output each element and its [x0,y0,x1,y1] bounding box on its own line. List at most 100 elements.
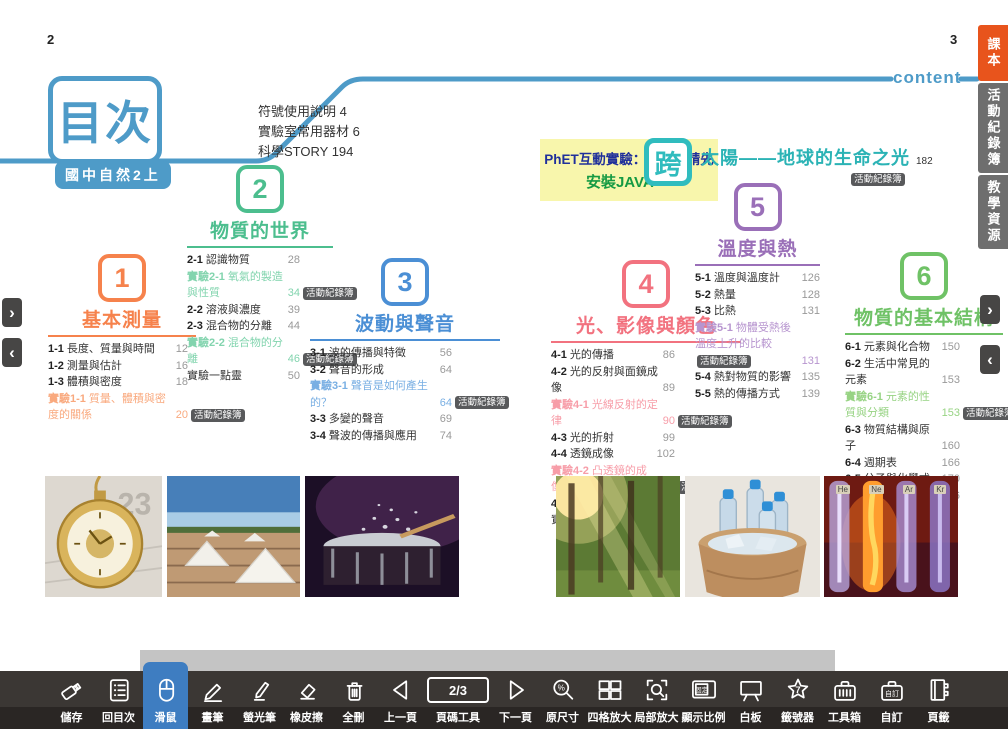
toc-item-page: 64 [440,362,452,379]
tool-highlighter[interactable]: 螢光筆 [237,671,282,729]
cross-topic-title[interactable]: 太陽——地球的生命之光 [701,144,910,170]
toc-item-label: 實驗4-1光線反射的定律 [551,397,659,430]
cross-topic-entry[interactable]: 跨 太陽——地球的生命之光 182 活動紀錄簿 [644,138,933,186]
sidebar-tab-textbook[interactable]: 課本 [978,25,1008,81]
chapter-title: 基本測量 [48,305,196,337]
number-picker-icon: 7 [784,675,812,705]
toc-item[interactable]: 1-1長度、質量與時間12 [48,341,188,358]
tool-whiteboard[interactable]: 白板 [728,671,773,729]
toc-item-page: 64 [440,395,452,412]
toc-item[interactable]: 實驗3-1聲音是如何產生的？64活動紀錄簿 [310,378,452,411]
tool-page-tool[interactable]: 2/3頁碼工具 [425,671,491,729]
page-back-button-left[interactable]: ‹ [2,338,22,367]
toc-item[interactable]: 6-1元素與化合物150 [845,339,960,356]
toc-item-label: 5-1溫度與溫度計 [695,270,798,287]
sunlit-forest-photo [556,476,680,597]
toc-item[interactable]: 實驗5-1物體受熱後溫度上升的比較活動紀錄簿131 [695,320,820,370]
toc-item-page: 126 [802,270,820,287]
toc-item[interactable]: 1-3體積與密度18 [48,374,188,391]
horizontal-scrollbar[interactable] [140,650,835,671]
toc-item-page: 74 [440,428,452,445]
toc-item-label: 6-2生活中常見的元素 [845,356,938,389]
toc-item[interactable]: 實驗2-1氧氣的製造與性質34活動紀錄簿 [187,269,300,302]
toc-item[interactable]: 4-3光的折射99 [551,430,675,447]
tool-toc[interactable]: 回目次 [96,671,141,729]
content-label: content [893,68,961,88]
page-number-right: 3 [950,32,957,47]
toc-item[interactable]: 1-2測量與估計16 [48,358,188,375]
page-forward-button-left[interactable]: › [2,298,22,327]
toc-item[interactable]: 實驗4-1光線反射的定律90活動紀錄簿 [551,397,675,430]
toc-item[interactable]: 4-2光的反射與面鏡成像89 [551,364,675,397]
toc-item-label: 5-4熱對物質的影響 [695,369,798,386]
toc-item[interactable]: 2-2溶液與濃度39 [187,302,300,319]
activity-log-badge[interactable]: 活動紀錄簿 [678,415,732,428]
toc-item[interactable]: 5-2熱量128 [695,287,820,304]
tool-toolbox[interactable]: 工具箱 [822,671,867,729]
toc-item[interactable]: 4-1光的傳播86 [551,347,675,364]
tool-pen[interactable]: 畫筆 [190,671,235,729]
tool-save[interactable]: 儲存 [49,671,94,729]
partial-zoom-icon [643,675,671,705]
quad-zoom-icon [596,675,624,705]
toc-item[interactable]: 實驗6-1元素的性質與分類153活動紀錄簿 [845,389,960,422]
toc-item[interactable]: 5-1溫度與溫度計126 [695,270,820,287]
tool-next-page[interactable]: 下一頁 [493,671,538,729]
toc-item[interactable]: 6-4週期表166 [845,455,960,472]
tool-delete-all[interactable]: 全刪 [331,671,376,729]
gas-tube-label: Ne [869,485,883,494]
tool-label: 自訂 [881,709,903,725]
display-scale-icon: 固定 [690,675,718,705]
toc-item[interactable]: 實驗2-2混合物的分離46活動紀錄簿 [187,335,300,368]
toc-item[interactable]: 5-3比熱131 [695,303,820,320]
page-forward-button-right[interactable]: › [980,295,1000,324]
sidebar-tab-activity-log[interactable]: 活動紀錄簿 [978,83,1008,173]
toc-item[interactable]: 實驗1-1質量、體積與密度的關係20活動紀錄簿 [48,391,188,424]
page-back-button-right[interactable]: ‹ [980,345,1000,374]
tool-original-size[interactable]: %原尺寸 [540,671,585,729]
front-matter-item[interactable]: 實驗室常用器材 6 [258,122,360,142]
toc-title: 目次 [57,87,153,153]
activity-log-badge[interactable]: 活動紀錄簿 [697,355,751,368]
toc-item[interactable]: 3-3多變的聲音69 [310,411,452,428]
toc-item[interactable]: 3-2聲音的形成64 [310,362,452,379]
toc-item[interactable]: 6-2生活中常見的元素153 [845,356,960,389]
activity-log-badge[interactable]: 活動紀錄簿 [191,409,245,422]
tool-partial-zoom[interactable]: 局部放大 [634,671,679,729]
toc-item-label: 4-3光的折射 [551,430,659,447]
toc-item[interactable]: 4-4透鏡成像102 [551,446,675,463]
front-matter-item[interactable]: 符號使用說明 4 [258,102,360,122]
toc-item[interactable]: 3-1波的傳播與特徵56 [310,345,452,362]
toc-item-page: 160 [942,438,960,455]
toc-item[interactable]: 5-5熱的傳播方式139 [695,386,820,403]
activity-log-badge[interactable]: 活動紀錄簿 [963,407,1008,420]
page-indicator[interactable]: 2/3 [427,677,489,703]
activity-log-badge[interactable]: 活動紀錄簿 [851,173,905,186]
tool-page-tabs[interactable]: 頁籤 [916,671,961,729]
mouse-icon [152,675,180,705]
toc-item[interactable]: 5-4熱對物質的影響135 [695,369,820,386]
highlighter-icon [246,675,274,705]
tool-prev-page[interactable]: 上一頁 [378,671,423,729]
tool-mouse[interactable]: 滑鼠 [143,662,188,729]
toc-item[interactable]: 2-3混合物的分離44 [187,318,300,335]
front-matter-item[interactable]: 科學STORY 194 [258,142,360,162]
sidebar-tab-teaching-resources[interactable]: 教學資源 [978,175,1008,249]
tool-display-scale[interactable]: 固定顯示比例 [681,671,726,729]
toc-item-label: 5-2熱量 [695,287,798,304]
activity-log-badge[interactable]: 活動紀錄簿 [455,396,509,409]
tool-custom[interactable]: 自訂自訂 [869,671,914,729]
toc-item[interactable]: 6-3物質結構與原子160 [845,422,960,455]
tool-number-picker[interactable]: 7籤號器 [775,671,820,729]
tool-quad-zoom[interactable]: 四格放大 [587,671,632,729]
toc-item-label: 實驗2-2混合物的分離 [187,335,284,368]
toc-item[interactable]: 2-1認識物質28 [187,252,300,269]
toc-item-page: 131 [802,353,820,370]
chapter-number-badge: 2 [236,165,284,213]
toolbox-icon [831,675,859,705]
toc-item-page: 153 [942,372,960,389]
tool-eraser[interactable]: 橡皮擦 [284,671,329,729]
toc-item[interactable]: 3-4聲波的傳播與應用74 [310,428,452,445]
save-icon [58,675,86,705]
toc-item[interactable]: 實驗一點靈50 [187,368,300,385]
